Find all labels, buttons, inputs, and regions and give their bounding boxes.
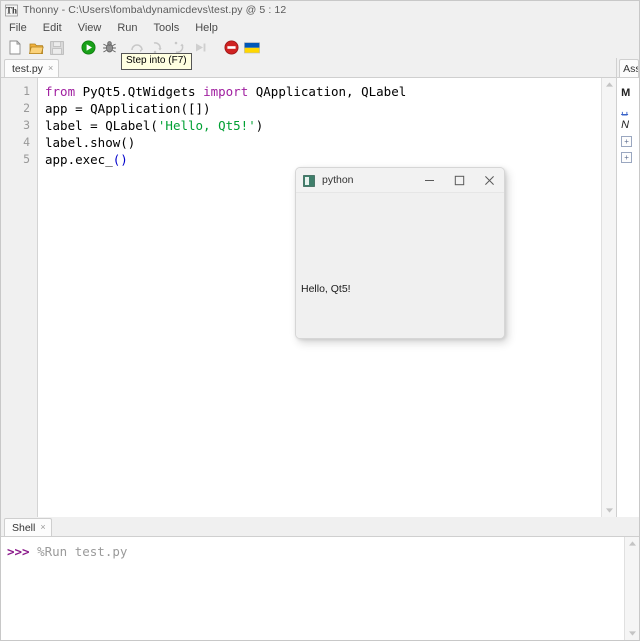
shell-tab-label: Shell (12, 521, 36, 534)
window-title-text: Thonny - C:\Users\fomba\dynamicdevs\test… (23, 4, 287, 16)
thonny-application-window: Th Thonny - C:\Users\fomba\dynamicdevs\t… (0, 0, 640, 641)
expand-plus-icon[interactable]: + (621, 135, 633, 147)
editor-vertical-scrollbar[interactable] (601, 78, 617, 517)
shell-pane: Shell × >>> %Run test.py (1, 517, 639, 640)
stop-icon[interactable] (222, 39, 240, 57)
menu-item-edit[interactable]: Edit (42, 22, 63, 34)
new-file-icon[interactable] (6, 39, 24, 57)
thonny-logo-icon: Th (5, 4, 18, 17)
svg-text:Th: Th (6, 5, 17, 15)
qt-client-area: Hello, Qt5! (296, 193, 504, 338)
code-token: () (112, 152, 128, 167)
scroll-down-arrow-icon[interactable] (603, 504, 616, 517)
title-bar: Th Thonny - C:\Users\fomba\dynamicdevs\t… (1, 1, 639, 19)
shell-vertical-scrollbar[interactable] (624, 537, 639, 640)
close-icon[interactable]: × (40, 523, 45, 532)
qt-title-bar[interactable]: python (296, 168, 504, 193)
code-token: ) (255, 118, 264, 133)
assistant-tab[interactable]: Ass (619, 59, 639, 77)
assistant-line: N (621, 119, 630, 131)
qt-window-title: python (322, 174, 354, 186)
scroll-up-arrow-icon[interactable] (603, 78, 616, 91)
scroll-down-arrow-icon[interactable] (626, 627, 639, 640)
run-icon[interactable] (79, 39, 97, 57)
code-token: label.show() (45, 135, 136, 150)
code-token: import (203, 84, 256, 99)
code-line: app = QApplication([]) (45, 100, 601, 117)
assistant-pane: Ass M ␣ N + + (616, 58, 639, 517)
code-token: 'Hello, Qt5!' (157, 118, 256, 133)
assistant-expander-row[interactable]: + (621, 133, 639, 149)
line-number: 3 (23, 118, 30, 132)
ukraine-flag-icon[interactable] (243, 39, 261, 57)
editor-tab-label: test.py (12, 62, 43, 75)
menu-item-file[interactable]: File (8, 22, 28, 34)
editor-tab-test-py[interactable]: test.py × (4, 59, 60, 77)
assistant-tabstrip: Ass (617, 58, 639, 77)
shell-command: %Run test.py (29, 544, 128, 559)
shell-tabstrip: Shell × (1, 517, 639, 536)
code-token: label = QLabel( (45, 118, 158, 133)
shell-tab[interactable]: Shell × (4, 518, 52, 536)
assistant-body: M ␣ N + + (617, 77, 639, 517)
close-icon[interactable]: × (48, 64, 53, 73)
line-number: 1 (23, 84, 30, 98)
code-token: QApplication, QLabel (255, 84, 407, 99)
menu-item-run[interactable]: Run (116, 22, 138, 34)
line-number: 5 (23, 152, 30, 166)
code-token: from (45, 84, 83, 99)
qt-application-window[interactable]: python Hello, Qt5! (295, 167, 505, 339)
close-button[interactable] (474, 168, 504, 192)
assistant-line: M (621, 87, 631, 99)
toolbar: Step into (F7) (1, 37, 639, 70)
menu-item-tools[interactable]: Tools (153, 22, 181, 34)
assistant-link[interactable]: ␣ (621, 101, 639, 117)
code-line: app.exec_() (45, 151, 601, 168)
qt-window-controls (414, 168, 504, 192)
code-line: label = QLabel('Hello, Qt5!') (45, 117, 601, 134)
toolbar-tooltip: Step into (F7) (121, 53, 192, 70)
code-line: label.show() (45, 134, 601, 151)
menu-bar: File Edit View Run Tools Help (1, 19, 639, 37)
code-token: app.exec_ (45, 152, 113, 167)
assistant-tab-label: Ass (623, 62, 639, 75)
debug-icon[interactable] (100, 39, 118, 57)
code-token: PyQt5.QtWidgets (82, 84, 204, 99)
shell-prompt: >>> (7, 544, 30, 559)
main-area: test.py × 1 2 3 4 5 from PyQt5.QtWidgets… (1, 58, 639, 640)
line-number-gutter: 1 2 3 4 5 (1, 78, 38, 517)
editor-tabstrip: test.py × (1, 58, 617, 77)
open-file-icon[interactable] (27, 39, 45, 57)
line-number: 2 (23, 101, 30, 115)
menu-item-view[interactable]: View (77, 22, 103, 34)
line-number: 4 (23, 135, 30, 149)
qt-hello-label: Hello, Qt5! (301, 283, 351, 295)
code-line: from PyQt5.QtWidgets import QApplication… (45, 83, 601, 100)
save-file-icon (48, 39, 66, 57)
maximize-button[interactable] (444, 168, 474, 192)
shell-output[interactable]: >>> %Run test.py (1, 537, 624, 640)
resume-icon (191, 39, 209, 57)
assistant-expander-row[interactable]: + (621, 149, 639, 165)
shell-body[interactable]: >>> %Run test.py (1, 536, 639, 640)
python-app-icon (303, 174, 315, 187)
scroll-up-arrow-icon[interactable] (626, 537, 639, 550)
expand-plus-icon[interactable]: + (621, 151, 633, 163)
code-token: app = QApplication([]) (45, 101, 211, 116)
menu-item-help[interactable]: Help (194, 22, 219, 34)
minimize-button[interactable] (414, 168, 444, 192)
